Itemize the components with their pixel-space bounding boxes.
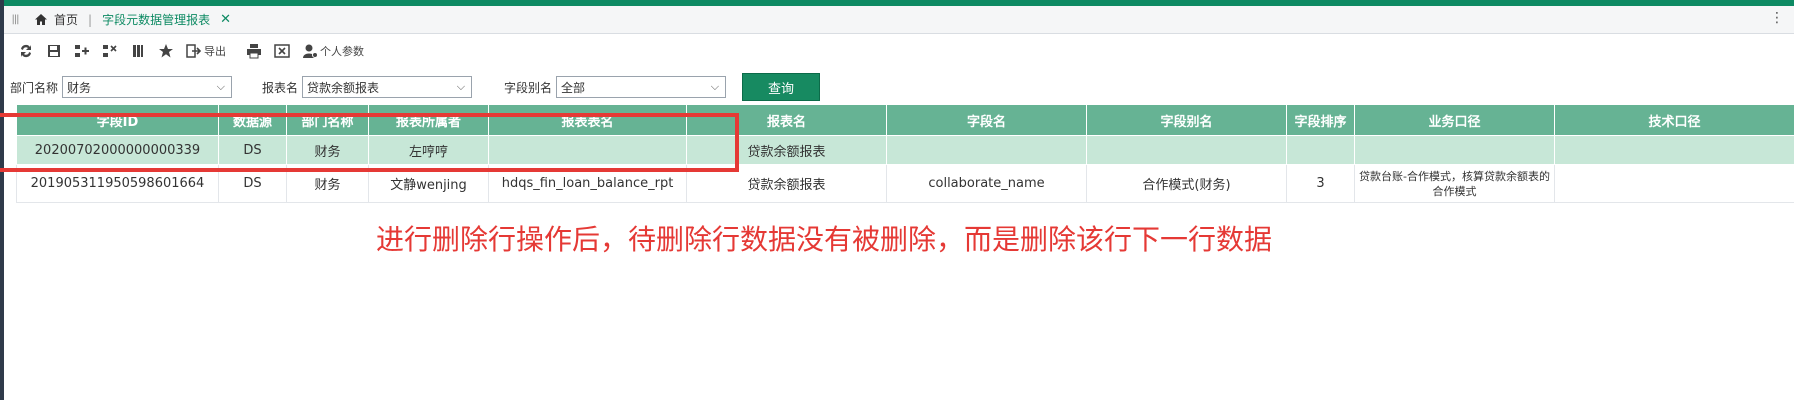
col-header-field-order[interactable]: 字段排序 — [1286, 104, 1355, 136]
dept-label: 部门名称 — [10, 80, 59, 95]
cell-field-alias[interactable] — [1086, 135, 1287, 165]
cell-business-caliber[interactable]: 贷款台账-合作模式，核算贷款余额表的合作模式 — [1354, 164, 1555, 203]
toolbar: 导出 个人参数 — [4, 36, 1794, 66]
cell-field-order[interactable]: 3 — [1286, 164, 1355, 203]
cell-tech-caliber[interactable] — [1554, 164, 1794, 203]
cell-business-caliber[interactable] — [1354, 135, 1555, 165]
annotation-text: 进行删除行操作后，待删除行数据没有被删除，而是删除该行下一行数据 — [376, 223, 1273, 256]
tab-home[interactable]: 首页 — [34, 11, 78, 28]
favorite-button[interactable] — [152, 40, 180, 62]
close-icon[interactable]: ✕ — [220, 12, 231, 27]
col-header-tech-caliber[interactable]: 技术口径 — [1554, 104, 1794, 136]
cell-field-alias[interactable]: 合作模式(财务) — [1086, 164, 1287, 203]
cell-field-name[interactable]: collaborate_name — [886, 164, 1087, 203]
tab-field-metadata-report[interactable]: 字段元数据管理报表 ✕ — [102, 11, 231, 28]
filter-bar: 部门名称 财务 ⌵ 报表名 贷款余额报表 ⌵ 字段别名 全部 ⌵ 查询 — [4, 72, 1794, 102]
personal-settings-label: 个人参数 — [320, 45, 364, 58]
print-icon — [247, 44, 261, 59]
save-button[interactable] — [40, 40, 68, 62]
alias-label: 字段别名 — [504, 80, 553, 95]
columns-button[interactable] — [124, 40, 152, 62]
home-icon — [35, 14, 47, 25]
col-header-field-name[interactable]: 字段名 — [886, 104, 1087, 136]
query-button[interactable]: 查询 — [742, 73, 821, 101]
delete-row-icon — [103, 45, 117, 57]
alias-select[interactable]: 全部 ⌵ — [556, 76, 727, 98]
report-select-value: 贷款余额报表 — [307, 80, 380, 95]
export-label: 导出 — [204, 45, 226, 58]
tab-active-label: 字段元数据管理报表 — [102, 13, 211, 27]
more-vertical-icon[interactable]: ⋮ — [1770, 10, 1784, 26]
cell-tech-caliber[interactable] — [1554, 135, 1794, 165]
save-icon — [48, 45, 60, 57]
col-header-business-caliber[interactable]: 业务口径 — [1354, 104, 1555, 136]
add-row-button[interactable] — [68, 40, 96, 62]
cell-field-order[interactable] — [1286, 135, 1355, 165]
delete-row-button[interactable] — [96, 40, 124, 62]
chevron-down-icon: ⌵ — [216, 80, 226, 93]
tab-grip-icon[interactable]: ||| — [8, 14, 22, 25]
highlight-box — [0, 113, 739, 172]
report-select[interactable]: 贷款余额报表 ⌵ — [302, 76, 473, 98]
columns-icon — [133, 45, 143, 57]
print-button[interactable] — [240, 40, 268, 62]
export-button[interactable]: 导出 — [180, 40, 232, 62]
tab-bar: ||| 首页 | 字段元数据管理报表 ✕ ⋮ — [4, 6, 1794, 34]
personal-settings-button[interactable]: 个人参数 — [296, 40, 370, 62]
tab-home-label: 首页 — [54, 13, 79, 27]
dept-select[interactable]: 财务 ⌵ — [62, 76, 233, 98]
add-row-icon — [75, 45, 89, 57]
refresh-icon — [21, 44, 31, 58]
chevron-down-icon: ⌵ — [456, 80, 466, 93]
refresh-button[interactable] — [12, 40, 40, 62]
cell-field-name[interactable] — [886, 135, 1087, 165]
col-header-field-alias[interactable]: 字段别名 — [1086, 104, 1287, 136]
star-icon — [159, 44, 173, 58]
excel-icon — [274, 44, 290, 58]
dept-select-value: 财务 — [67, 80, 92, 95]
user-settings-icon — [303, 44, 318, 58]
report-label: 报表名 — [262, 80, 299, 95]
tab-separator: | — [88, 12, 93, 27]
excel-button[interactable] — [268, 40, 296, 62]
chevron-down-icon: ⌵ — [710, 80, 720, 93]
alias-select-value: 全部 — [561, 80, 586, 95]
export-icon — [186, 44, 202, 58]
